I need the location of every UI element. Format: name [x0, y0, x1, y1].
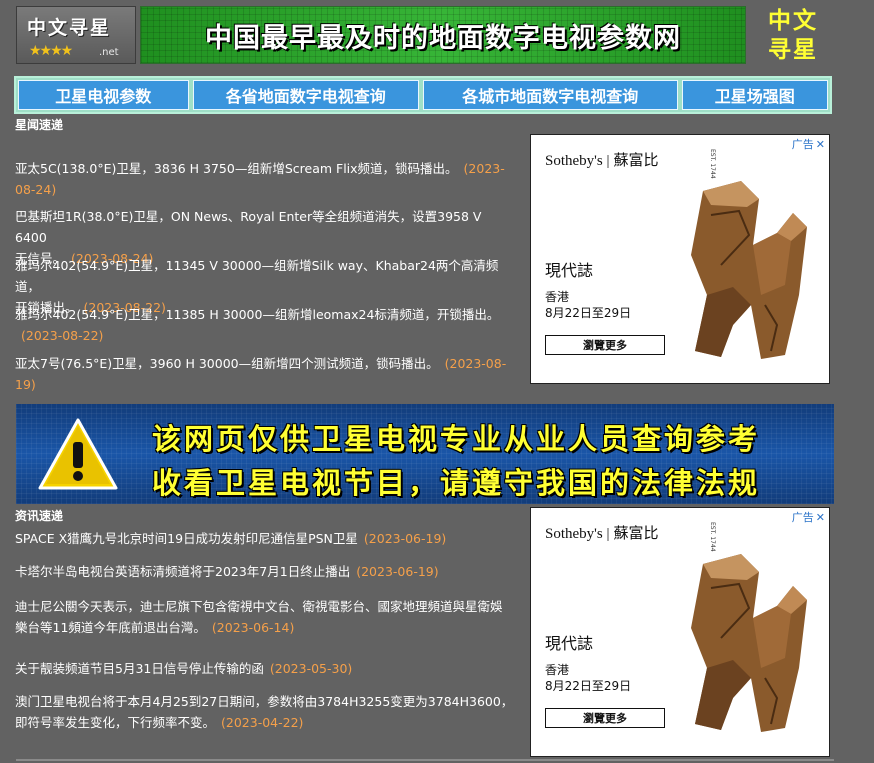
news-text[interactable]: 雅玛尔402(54.9°E)卫星，11385 H 30000—组新增leomax… — [15, 307, 499, 322]
news-text[interactable]: 亚太5C(138.0°E)卫星，3836 H 3750—组新增Scream Fl… — [15, 161, 458, 176]
sculpture-image — [691, 181, 807, 359]
news-text[interactable]: 关于靓装频道节目5月31日信号停止传输的函 — [15, 661, 264, 676]
news-item[interactable]: 澳门卫星电视台将于本月4月25到27日期间，参数将由3784H3255变更为37… — [15, 691, 515, 733]
warning-icon — [38, 418, 118, 490]
ad-brand: Sotheby's | 蘇富比 — [545, 524, 659, 542]
brand-line-2: 寻星 — [768, 37, 818, 63]
news-text[interactable]: 巴基斯坦1R(38.0°E)卫星，ON News、Royal Enter等全组频… — [15, 209, 481, 245]
news-date: (2023-05-30) — [269, 661, 353, 676]
logo-domain: .net — [99, 47, 119, 58]
news-text[interactable]: 迪士尼公關今天表示，迪士尼旗下包含衛視中文台、衛視電影台、國家地理頻道與星衛娛 — [15, 599, 503, 614]
bottom-divider — [16, 759, 834, 761]
info-news-list: SPACE X猎鹰九号北京时间19日成功发射印尼通信星PSN卫星 (2023-06… — [15, 528, 515, 748]
news-date: 19) — [15, 377, 36, 392]
warning-banner: 该网页仅供卫星电视专业从业人员查询参考 收看卫星电视节目，请遵守我国的法律法规 — [16, 404, 834, 504]
news-date: (2023-06-19) — [356, 564, 439, 579]
news-text[interactable]: 即符号率发生变化，下行频率不变。 — [15, 715, 215, 730]
ad-title: 現代誌 — [545, 634, 594, 653]
main-nav: 卫星电视参数 各省地面数字电视查询 各城市地面数字电视查询 卫星场强图 — [14, 76, 832, 114]
ad-label[interactable]: 广告 ✕ — [792, 509, 825, 525]
news-item[interactable]: 亚太7号(76.5°E)卫星，3960 H 30000—组新增四个测试频道，锁码… — [15, 353, 515, 395]
ad-details: 香港 8月22日至29日 — [545, 290, 632, 320]
news-text[interactable]: 雅玛尔402(54.9°E)卫星，11345 V 30000—组新增Silk w… — [15, 258, 498, 294]
ad-title: 現代誌 — [545, 261, 594, 280]
ad-close-icon: ✕ — [815, 511, 825, 524]
warning-line-2: 收看卫星电视节目，请遵守我国的法律法规 — [152, 466, 761, 500]
news-item[interactable]: 迪士尼公關今天表示，迪士尼旗下包含衛視中文台、衛視電影台、國家地理頻道與星衛娛 … — [15, 596, 515, 638]
nav-satellite-params[interactable]: 卫星电视参数 — [18, 80, 189, 110]
star-news-heading: 星闻速递 — [15, 118, 64, 132]
nav-city-dtv[interactable]: 各城市地面数字电视查询 — [423, 80, 678, 110]
logo-stars-icon: ★★★★ — [29, 43, 73, 59]
sculpture-image — [691, 554, 807, 732]
brand-mark: 中文 寻星 — [758, 7, 828, 65]
news-text[interactable]: 澳门卫星电视台将于本月4月25到27日期间，参数将由3784H3255变更为37… — [15, 694, 513, 709]
news-date: (2023-04-22) — [221, 715, 304, 730]
brand-line-1: 中文 — [768, 8, 818, 34]
ad-close-icon: ✕ — [815, 138, 825, 151]
news-date: (2023-08-22) — [21, 328, 104, 343]
news-item[interactable]: 关于靓装频道节目5月31日信号停止传输的函 (2023-05-30) — [15, 658, 515, 679]
ad-brand: Sotheby's | 蘇富比 — [545, 151, 659, 169]
ad-browse-button[interactable]: 瀏覽更多 — [545, 335, 665, 355]
news-text[interactable]: 樂台等11頻道今年底前退出台灣。 — [15, 620, 206, 635]
info-news-heading: 资讯速递 — [15, 509, 64, 523]
news-item[interactable]: 雅玛尔402(54.9°E)卫星，11385 H 30000—组新增leomax… — [15, 304, 515, 346]
ad-label[interactable]: 广告 ✕ — [792, 136, 825, 152]
ad-sothebys-top[interactable]: 广告 ✕ Sotheby's | 蘇富比 EST. 1744 現代誌 香港 8月22日… — [530, 134, 830, 384]
header-banner: 中国最早最及时的地面数字电视参数网 — [140, 6, 746, 64]
news-text[interactable]: SPACE X猎鹰九号北京时间19日成功发射印尼通信星PSN卫星 — [15, 531, 358, 546]
news-date: 08-24) — [15, 182, 57, 197]
news-item[interactable]: SPACE X猎鹰九号北京时间19日成功发射印尼通信星PSN卫星 (2023-06… — [15, 528, 515, 549]
news-text[interactable]: 卡塔尔半岛电视台英语标清频道将于2023年7月1日终止播出 — [15, 564, 350, 579]
news-item[interactable]: 卡塔尔半岛电视台英语标清频道将于2023年7月1日终止播出 (2023-06-19… — [15, 561, 515, 582]
ad-sothebys-bottom[interactable]: 广告 ✕ Sotheby's | 蘇富比 EST. 1744 現代誌 香港 8月22日… — [530, 507, 830, 757]
ad-details: 香港 8月22日至29日 — [545, 663, 632, 693]
news-date: (2023-08- — [444, 356, 507, 371]
nav-province-dtv[interactable]: 各省地面数字电视查询 — [192, 80, 419, 110]
logo-text: 中文寻星 — [27, 17, 112, 39]
news-date: (2023- — [463, 161, 505, 176]
news-text[interactable]: 亚太7号(76.5°E)卫星，3960 H 30000—组新增四个测试频道，锁码… — [15, 356, 439, 371]
site-logo[interactable]: 中文寻星 ★★★★ .net — [16, 6, 136, 64]
star-news-list: 亚太5C(138.0°E)卫星，3836 H 3750—组新增Scream Fl… — [15, 158, 515, 398]
news-date: (2023-06-14) — [211, 620, 295, 635]
news-item[interactable]: 亚太5C(138.0°E)卫星，3836 H 3750—组新增Scream Fl… — [15, 158, 515, 200]
warning-line-1: 该网页仅供卫星电视专业从业人员查询参考 — [152, 422, 761, 456]
header-banner-text: 中国最早最及时的地面数字电视参数网 — [205, 22, 681, 54]
nav-signal-map[interactable]: 卫星场强图 — [681, 80, 828, 110]
ad-browse-button[interactable]: 瀏覽更多 — [545, 708, 665, 728]
news-date: (2023-06-19) — [363, 531, 447, 546]
